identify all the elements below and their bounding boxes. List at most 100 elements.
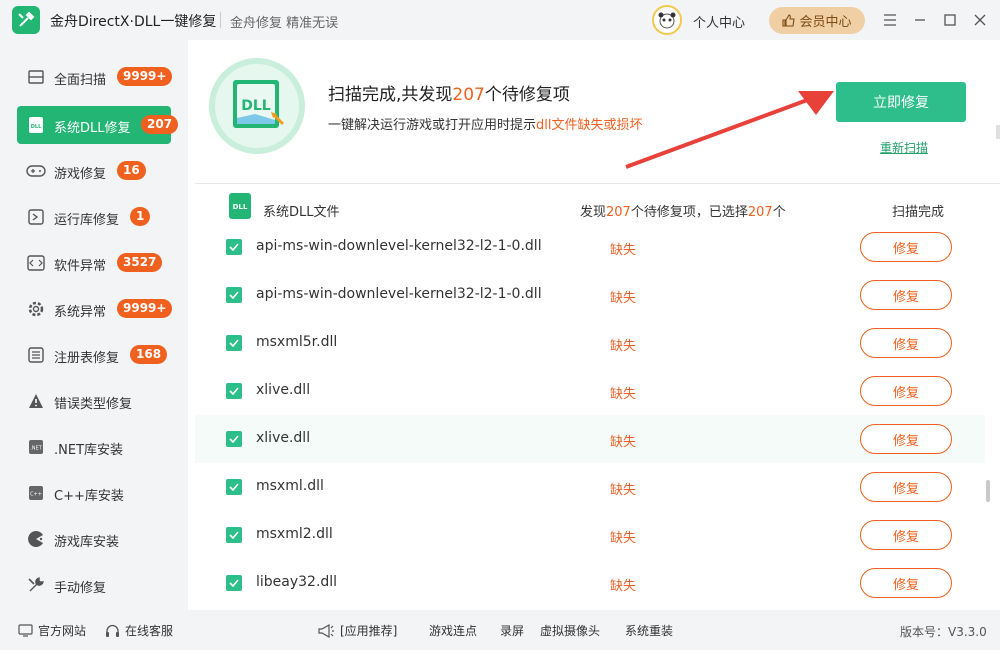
sidebar-item-runtime-repair[interactable]: 运行库修复 1 xyxy=(17,198,171,236)
sidebar-item-label: 系统DLL修复 xyxy=(54,121,131,136)
rescan-link[interactable]: 重新扫描 xyxy=(880,139,928,156)
close-icon[interactable] xyxy=(970,10,990,30)
fix-button[interactable]: 修复 xyxy=(860,232,952,262)
svg-text:.NET: .NET xyxy=(30,446,42,452)
fix-now-button[interactable]: 立即修复 xyxy=(836,82,966,122)
dll-scan-illustration: DLL xyxy=(209,58,305,154)
dll-file-list: api-ms-win-downlevel-kernel32-l2-1-0.dll… xyxy=(195,230,985,608)
row-checkbox[interactable] xyxy=(226,479,242,495)
sidebar-item-cpp-install[interactable]: C++ C++库安装 xyxy=(17,474,171,512)
app-subtitle: 金舟修复 精准无误 xyxy=(230,16,339,31)
count-badge: 3527 xyxy=(117,253,163,272)
found-mid: 个待修复项，已选择 xyxy=(630,205,748,220)
found-suffix: 个 xyxy=(772,205,786,220)
file-status: 缺失 xyxy=(610,579,637,594)
menu-icon[interactable] xyxy=(880,10,900,30)
row-checkbox[interactable] xyxy=(226,335,242,351)
vip-center-label: 会员中心 xyxy=(799,15,852,30)
pacman-icon xyxy=(26,530,46,548)
sidebar-item-registry-repair[interactable]: 注册表修复 168 xyxy=(17,336,171,374)
file-status: 缺失 xyxy=(610,387,637,402)
file-status: 缺失 xyxy=(610,531,637,546)
sidebar-item-system-dll[interactable]: DLL 系统DLL修复 207 xyxy=(17,106,179,144)
title-divider xyxy=(220,12,221,28)
gamepad-icon xyxy=(26,162,46,180)
scan-desc-prefix: 一键解决运行游戏或打开应用时提示 xyxy=(328,118,537,133)
row-checkbox[interactable] xyxy=(226,527,242,543)
red-arrow-annotation xyxy=(625,91,834,169)
table-row: xlive.dll 缺失 修复 xyxy=(195,415,985,463)
count-badge: 1 xyxy=(130,207,151,226)
table-row: libeay32.dll 缺失 修复 xyxy=(195,559,985,607)
avatar[interactable] xyxy=(652,5,682,35)
sidebar-item-manual-repair[interactable]: 手动修复 xyxy=(17,566,171,604)
thumbs-up-icon xyxy=(782,14,796,27)
footer-link-virtual-camera[interactable]: 虚拟摄像头 xyxy=(540,622,600,639)
sidebar-item-error-type-repair[interactable]: 错误类型修复 xyxy=(17,382,171,420)
sidebar-item-game-lib-install[interactable]: 游戏库安装 xyxy=(17,520,171,558)
online-support-link[interactable]: 在线客服 xyxy=(105,622,173,639)
row-checkbox[interactable] xyxy=(226,383,242,399)
footer-link-auto-clicker[interactable]: 游戏连点 xyxy=(429,622,477,639)
sidebar-item-label: C++库安装 xyxy=(54,489,124,504)
fix-button[interactable]: 修复 xyxy=(860,520,952,550)
scan-result-description: 一键解决运行游戏或打开应用时提示dll文件缺失或损坏 xyxy=(328,114,643,133)
row-checkbox[interactable] xyxy=(226,431,242,447)
row-checkbox[interactable] xyxy=(226,287,242,303)
file-status: 缺失 xyxy=(610,243,637,258)
sidebar-item-label: .NET库安装 xyxy=(54,443,124,458)
net-icon: .NET xyxy=(26,438,46,456)
scan-title-count: 207 xyxy=(452,85,485,105)
svg-text:DLL: DLL xyxy=(31,124,42,130)
footer: 官方网站 在线客服 [应用推荐] 游戏连点 录屏 虚拟摄像头 系统重装 版本号：… xyxy=(0,610,1000,650)
sidebar-item-game-repair[interactable]: 游戏修复 16 xyxy=(17,152,171,190)
sidebar-item-software-error[interactable]: 软件异常 3527 xyxy=(17,244,171,282)
official-website-link[interactable]: 官方网站 xyxy=(18,622,86,639)
scan-title-suffix: 个待修复项 xyxy=(484,85,570,105)
file-name: xlive.dll xyxy=(256,382,311,398)
gear-icon xyxy=(26,300,46,318)
row-checkbox[interactable] xyxy=(226,575,242,591)
monitor-icon xyxy=(18,624,33,637)
footer-link-screen-record[interactable]: 录屏 xyxy=(500,622,524,639)
fix-button[interactable]: 修复 xyxy=(860,280,952,310)
sidebar-item-label: 游戏库安装 xyxy=(54,535,120,550)
list-scrollbar[interactable] xyxy=(986,480,990,502)
warning-icon xyxy=(26,392,46,410)
list-title: 系统DLL文件 xyxy=(263,205,340,220)
sidebar-item-label: 手动修复 xyxy=(54,581,107,596)
row-checkbox[interactable] xyxy=(226,239,242,255)
scan-status: 扫描完成 xyxy=(892,205,945,220)
scan-result-title: 扫描完成,共发现207个待修复项 xyxy=(328,80,570,105)
sidebar: 全面扫描 9999+ DLL 系统DLL修复 207 游戏修复 16 运行库修复… xyxy=(0,40,188,610)
file-name: xlive.dll xyxy=(256,430,311,446)
fix-button[interactable]: 修复 xyxy=(860,472,952,502)
sidebar-item-system-error[interactable]: 系统异常 9999+ xyxy=(17,290,173,328)
fix-button[interactable]: 修复 xyxy=(860,376,952,406)
fix-button[interactable]: 修复 xyxy=(860,424,952,454)
table-row: xlive.dll 缺失 修复 xyxy=(195,367,985,415)
sidebar-item-net-install[interactable]: .NET .NET库安装 xyxy=(17,428,171,466)
sidebar-item-full-scan[interactable]: 全面扫描 9999+ xyxy=(17,58,173,96)
version-label: 版本号：V3.3.0 xyxy=(900,625,987,639)
illustration-text: DLL xyxy=(241,98,271,114)
sidebar-item-label: 运行库修复 xyxy=(54,213,120,228)
maximize-icon[interactable] xyxy=(940,10,960,30)
found-prefix: 发现 xyxy=(580,205,607,220)
sidebar-item-label: 注册表修复 xyxy=(54,351,120,366)
table-row: msxml5r.dll 缺失 修复 xyxy=(195,319,985,367)
table-row: msxml2.dll 缺失 修复 xyxy=(195,511,985,559)
sidebar-item-label: 软件异常 xyxy=(54,259,107,274)
fix-button[interactable]: 修复 xyxy=(860,568,952,598)
footer-link-system-reinstall[interactable]: 系统重装 xyxy=(625,622,673,639)
minimize-icon[interactable] xyxy=(910,10,930,30)
megaphone-icon xyxy=(318,623,334,638)
personal-center-link[interactable]: 个人中心 xyxy=(693,12,745,31)
vip-center-button[interactable]: 会员中心 xyxy=(769,7,865,34)
file-status: 缺失 xyxy=(610,483,637,498)
file-name: api-ms-win-downlevel-kernel32-l2-1-0.dll xyxy=(256,286,542,302)
fix-button[interactable]: 修复 xyxy=(860,328,952,358)
file-name: libeay32.dll xyxy=(256,574,338,590)
found-summary: 发现207个待修复项，已选择207个 xyxy=(580,201,786,220)
app-title: 金舟DirectX·DLL一键修复 xyxy=(50,14,217,30)
